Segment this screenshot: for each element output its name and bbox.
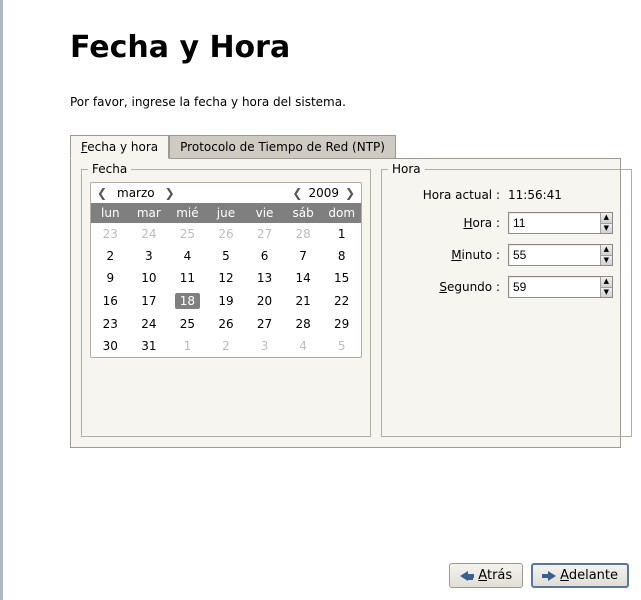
calendar-day[interactable]: 5	[322, 335, 361, 357]
calendar: ❮ marzo ❯ ❮ 2009 ❯ lunmarmiéjueviesábdom…	[90, 182, 362, 358]
calendar-day[interactable]: 2	[207, 335, 246, 357]
footer-buttons: Atrás Adelante	[449, 563, 629, 588]
calendar-year[interactable]: 2009	[306, 186, 341, 200]
calendar-day[interactable]: 2	[91, 245, 130, 267]
minute-label: Minuto :	[400, 248, 500, 262]
calendar-weekday: mar	[130, 203, 169, 223]
calendar-day[interactable]: 1	[322, 223, 361, 245]
hour-spinbox: ▲ ▼	[508, 212, 613, 234]
date-fieldset: Fecha ❮ marzo ❯ ❮ 2009 ❯ lunmarmiéjuevie…	[81, 169, 371, 437]
calendar-day[interactable]: 16	[91, 289, 130, 313]
page-title: Fecha y Hora	[70, 30, 621, 65]
hour-input[interactable]	[509, 213, 600, 233]
calendar-day[interactable]: 27	[245, 313, 284, 335]
hour-label: Hora :	[400, 216, 500, 230]
calendar-day[interactable]: 8	[322, 245, 361, 267]
second-up-button[interactable]: ▲	[601, 277, 612, 288]
year-prev-button[interactable]: ❮	[288, 186, 306, 200]
calendar-weekday: mié	[168, 203, 207, 223]
calendar-day[interactable]: 26	[207, 223, 246, 245]
calendar-day[interactable]: 5	[207, 245, 246, 267]
back-label-rest: trás	[487, 568, 512, 583]
back-button[interactable]: Atrás	[449, 563, 523, 588]
forward-button[interactable]: Adelante	[531, 563, 629, 588]
calendar-day[interactable]: 7	[284, 245, 323, 267]
minute-up-button[interactable]: ▲	[601, 245, 612, 256]
minute-spinbox: ▲ ▼	[508, 244, 613, 266]
calendar-day[interactable]: 12	[207, 267, 246, 289]
calendar-day[interactable]: 28	[284, 223, 323, 245]
calendar-day[interactable]: 21	[284, 289, 323, 313]
calendar-grid: lunmarmiéjueviesábdom 232425262728123456…	[91, 203, 361, 357]
hour-up-button[interactable]: ▲	[601, 213, 612, 224]
calendar-day[interactable]: 25	[168, 223, 207, 245]
calendar-day[interactable]: 31	[130, 335, 169, 357]
minute-input[interactable]	[509, 245, 600, 265]
tab-strip: Fecha y hora Protocolo de Tiempo de Red …	[70, 134, 621, 158]
second-label: Segundo :	[400, 280, 500, 294]
second-spinbox: ▲ ▼	[508, 276, 613, 298]
back-accel: A	[478, 568, 487, 583]
arrow-right-icon	[542, 571, 556, 581]
second-input[interactable]	[509, 277, 600, 297]
calendar-weekday: sáb	[284, 203, 323, 223]
calendar-weekday: vie	[245, 203, 284, 223]
calendar-day[interactable]: 28	[284, 313, 323, 335]
tab-label-rest: echa y hora	[87, 140, 158, 154]
calendar-day[interactable]: 30	[91, 335, 130, 357]
instruction-text: Por favor, ingrese la fecha y hora del s…	[70, 95, 621, 109]
tab-body: Fecha ❮ marzo ❯ ❮ 2009 ❯ lunmarmiéjuevie…	[70, 158, 621, 448]
calendar-day[interactable]: 26	[207, 313, 246, 335]
month-next-button[interactable]: ❯	[161, 186, 179, 200]
current-time-value: 11:56:41	[508, 188, 562, 202]
calendar-day[interactable]: 29	[322, 313, 361, 335]
calendar-month[interactable]: marzo	[111, 186, 161, 200]
month-prev-button[interactable]: ❮	[93, 186, 111, 200]
forward-accel: A	[560, 568, 569, 583]
calendar-day[interactable]: 3	[130, 245, 169, 267]
forward-label-rest: delante	[569, 568, 618, 583]
calendar-day[interactable]: 14	[284, 267, 323, 289]
tab-ntp[interactable]: Protocolo de Tiempo de Red (NTP)	[169, 135, 396, 159]
calendar-day[interactable]: 18	[168, 289, 207, 313]
calendar-day[interactable]: 19	[207, 289, 246, 313]
calendar-day[interactable]: 10	[130, 267, 169, 289]
year-next-button[interactable]: ❯	[341, 186, 359, 200]
calendar-weekday: dom	[322, 203, 361, 223]
second-down-button[interactable]: ▼	[601, 288, 612, 298]
time-fieldset: Hora Hora actual : 11:56:41 Hora : ▲ ▼	[381, 169, 632, 437]
calendar-day[interactable]: 23	[91, 223, 130, 245]
calendar-day[interactable]: 6	[245, 245, 284, 267]
window-left-border	[0, 0, 3, 600]
calendar-day[interactable]: 25	[168, 313, 207, 335]
calendar-day[interactable]: 4	[284, 335, 323, 357]
calendar-day[interactable]: 17	[130, 289, 169, 313]
tab-date-time[interactable]: Fecha y hora	[70, 135, 169, 159]
calendar-day[interactable]: 24	[130, 313, 169, 335]
tab-ntp-label: Protocolo de Tiempo de Red (NTP)	[180, 140, 385, 154]
calendar-day[interactable]: 13	[245, 267, 284, 289]
calendar-day[interactable]: 22	[322, 289, 361, 313]
minute-down-button[interactable]: ▼	[601, 256, 612, 266]
calendar-day[interactable]: 3	[245, 335, 284, 357]
calendar-day[interactable]: 9	[91, 267, 130, 289]
calendar-day[interactable]: 24	[130, 223, 169, 245]
calendar-day[interactable]: 4	[168, 245, 207, 267]
calendar-day[interactable]: 23	[91, 313, 130, 335]
calendar-day[interactable]: 15	[322, 267, 361, 289]
calendar-day[interactable]: 27	[245, 223, 284, 245]
calendar-day[interactable]: 20	[245, 289, 284, 313]
calendar-weekday: jue	[207, 203, 246, 223]
date-legend: Fecha	[88, 162, 131, 176]
time-legend: Hora	[388, 162, 425, 176]
hour-down-button[interactable]: ▼	[601, 224, 612, 234]
arrow-left-icon	[460, 571, 474, 581]
calendar-day[interactable]: 11	[168, 267, 207, 289]
calendar-weekday: lun	[91, 203, 130, 223]
current-time-label: Hora actual :	[400, 188, 500, 202]
calendar-day[interactable]: 1	[168, 335, 207, 357]
calendar-header: ❮ marzo ❯ ❮ 2009 ❯	[91, 183, 361, 203]
